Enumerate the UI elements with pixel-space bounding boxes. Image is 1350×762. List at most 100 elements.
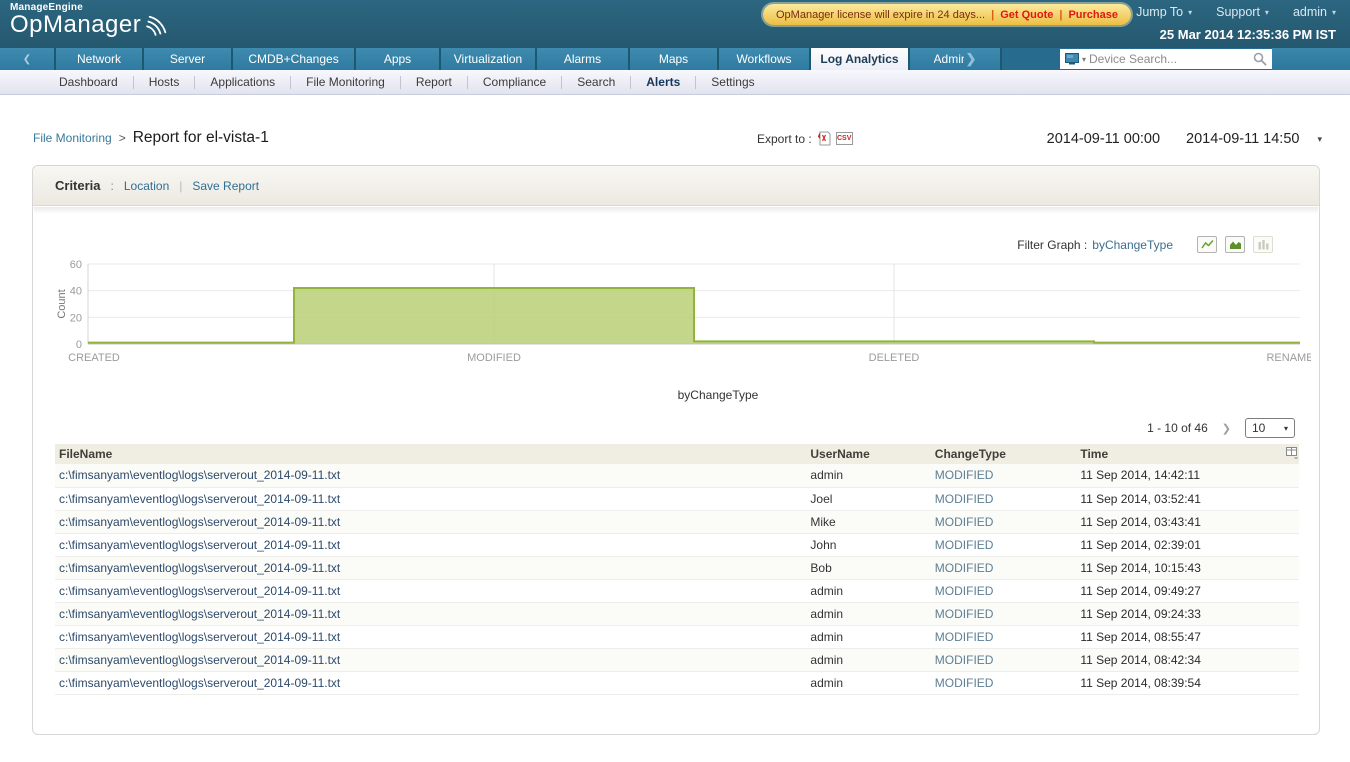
menu-jump-to[interactable]: Jump To▾	[1136, 5, 1192, 19]
cell-pad	[1282, 625, 1299, 648]
cell-time: 11 Sep 2014, 14:42:11	[1076, 464, 1281, 487]
license-message: OpManager license will expire in 24 days…	[776, 9, 985, 21]
search-icon[interactable]	[1253, 52, 1267, 66]
subnav-item-alerts[interactable]: Alerts	[631, 70, 695, 95]
svg-text:DELETED: DELETED	[869, 352, 920, 364]
cell-file: c:\fimsanyam\eventlog\logs\serverout_201…	[55, 464, 806, 487]
svg-text:MODIFIED: MODIFIED	[467, 352, 521, 364]
next-page-icon[interactable]: ❯	[1222, 422, 1231, 435]
save-report-link[interactable]: Save Report	[192, 179, 259, 193]
top-header: ManageEngine OpManager OpManager license…	[0, 0, 1350, 48]
report-panel: Criteria : Location | Save Report Filter…	[32, 165, 1320, 735]
cell-pad	[1282, 671, 1299, 694]
column-picker-icon[interactable]	[1286, 447, 1299, 459]
tab-maps[interactable]: Maps	[630, 48, 719, 70]
tab-cmdb-changes[interactable]: CMDB+Changes	[233, 48, 356, 70]
device-search-box: ▾	[1060, 49, 1272, 69]
area-chart-icon[interactable]	[1225, 236, 1245, 253]
tab-label: Apps	[384, 52, 411, 66]
page-title: Report for el-vista-1	[133, 129, 269, 147]
tab-label: Alarms	[564, 52, 601, 66]
change-type-chart: 0204060CountCREATEDMODIFIEDDELETEDRENAME…	[55, 259, 1311, 402]
cell-file: c:\fimsanyam\eventlog\logs\serverout_201…	[55, 533, 806, 556]
table-row: c:\fimsanyam\eventlog\logs\serverout_201…	[55, 602, 1299, 625]
tab-label: Log Analytics	[820, 52, 898, 66]
cell-file: c:\fimsanyam\eventlog\logs\serverout_201…	[55, 625, 806, 648]
tab-network[interactable]: Network	[56, 48, 144, 70]
tab-log-analytics[interactable]: Log Analytics	[811, 48, 910, 70]
svg-text:60: 60	[70, 259, 82, 271]
tab-server[interactable]: Server	[144, 48, 233, 70]
subnav-item-dashboard[interactable]: Dashboard	[44, 70, 133, 95]
subnav-item-hosts[interactable]: Hosts	[134, 70, 195, 95]
tab-alarms[interactable]: Alarms	[537, 48, 630, 70]
brand-product: OpManager	[10, 13, 141, 37]
column-header-filename: FileName	[55, 444, 806, 464]
cell-file: c:\fimsanyam\eventlog\logs\serverout_201…	[55, 579, 806, 602]
cell-time: 11 Sep 2014, 10:15:43	[1076, 556, 1281, 579]
cell-user: Mike	[806, 510, 930, 533]
bar-chart-icon[interactable]	[1253, 236, 1273, 253]
cell-change: MODIFIED	[931, 487, 1077, 510]
cell-user: admin	[806, 671, 930, 694]
export-pdf-icon[interactable]	[817, 131, 831, 146]
subnav-item-compliance[interactable]: Compliance	[468, 70, 561, 95]
breadcrumb-file-monitoring-link[interactable]: File Monitoring	[33, 131, 112, 145]
date-range-caret-icon[interactable]: ▾	[1317, 134, 1322, 145]
csv-label: CSV	[837, 135, 851, 142]
subnav-item-search[interactable]: Search	[562, 70, 630, 95]
chevron-left-icon: ❮	[23, 54, 31, 65]
subnav-item-report[interactable]: Report	[401, 70, 467, 95]
subnav-item-applications[interactable]: Applications	[195, 70, 290, 95]
opmanager-logo[interactable]: ManageEngine OpManager	[10, 2, 170, 38]
tabs-scroll-right-icon[interactable]: ❯	[966, 51, 977, 67]
monitor-icon[interactable]	[1065, 53, 1079, 65]
column-header-username: UserName	[806, 444, 930, 464]
breadcrumb: File Monitoring > Report for el-vista-1	[33, 129, 269, 147]
page-size-select[interactable]: 10 ▾	[1245, 418, 1295, 438]
report-date-range[interactable]: 2014-09-11 00:00 2014-09-11 14:50 ▾	[1047, 131, 1322, 147]
license-separator: |	[991, 9, 994, 21]
cell-change: MODIFIED	[931, 648, 1077, 671]
tab-apps[interactable]: Apps	[356, 48, 441, 70]
criteria-bar: Criteria : Location | Save Report	[33, 166, 1319, 206]
tab-workflows[interactable]: Workflows	[719, 48, 811, 70]
location-link[interactable]: Location	[124, 179, 169, 193]
table-row: c:\fimsanyam\eventlog\logs\serverout_201…	[55, 533, 1299, 556]
svg-text:40: 40	[70, 286, 82, 298]
table-body: c:\fimsanyam\eventlog\logs\serverout_201…	[55, 464, 1299, 694]
cell-file: c:\fimsanyam\eventlog\logs\serverout_201…	[55, 556, 806, 579]
subnav-item-settings[interactable]: Settings	[696, 70, 769, 95]
tab-virtualization[interactable]: Virtualization	[441, 48, 537, 70]
table-row: c:\fimsanyam\eventlog\logs\serverout_201…	[55, 510, 1299, 533]
criteria-title: Criteria	[55, 178, 101, 193]
tab-admin[interactable]: Admin❯	[910, 48, 1002, 70]
cell-user: admin	[806, 648, 930, 671]
table-row: c:\fimsanyam\eventlog\logs\serverout_201…	[55, 464, 1299, 487]
top-menus: Jump To▾ Support▾ admin▾	[1136, 5, 1336, 19]
search-scope-caret-icon[interactable]: ▾	[1082, 55, 1086, 64]
chevron-down-icon: ▾	[1332, 8, 1336, 17]
purchase-link[interactable]: Purchase	[1068, 9, 1118, 21]
tab-label: Admin	[934, 52, 964, 66]
tab-label: Maps	[659, 52, 688, 66]
cell-change: MODIFIED	[931, 579, 1077, 602]
svg-text:Count: Count	[56, 289, 68, 318]
criteria-colon: :	[111, 179, 114, 193]
report-table-wrap: FileName UserName ChangeType Time	[55, 444, 1299, 695]
subnav-item-file-monitoring[interactable]: File Monitoring	[291, 70, 400, 95]
tabs-scroll-left-button[interactable]: ❮	[0, 48, 56, 70]
cell-user: Joel	[806, 487, 930, 510]
cell-user: admin	[806, 464, 930, 487]
export-csv-icon[interactable]: CSV	[836, 132, 853, 145]
menu-support[interactable]: Support▾	[1216, 5, 1269, 19]
cell-time: 11 Sep 2014, 08:55:47	[1076, 625, 1281, 648]
line-chart-icon[interactable]	[1197, 236, 1217, 253]
export-bar: Export to : CSV	[757, 131, 853, 146]
cell-file: c:\fimsanyam\eventlog\logs\serverout_201…	[55, 510, 806, 533]
tabbar-endcap	[1272, 48, 1350, 70]
menu-admin[interactable]: admin▾	[1293, 5, 1336, 19]
get-quote-link[interactable]: Get Quote	[1000, 9, 1053, 21]
device-search-input[interactable]	[1089, 52, 1250, 66]
cell-time: 11 Sep 2014, 09:24:33	[1076, 602, 1281, 625]
